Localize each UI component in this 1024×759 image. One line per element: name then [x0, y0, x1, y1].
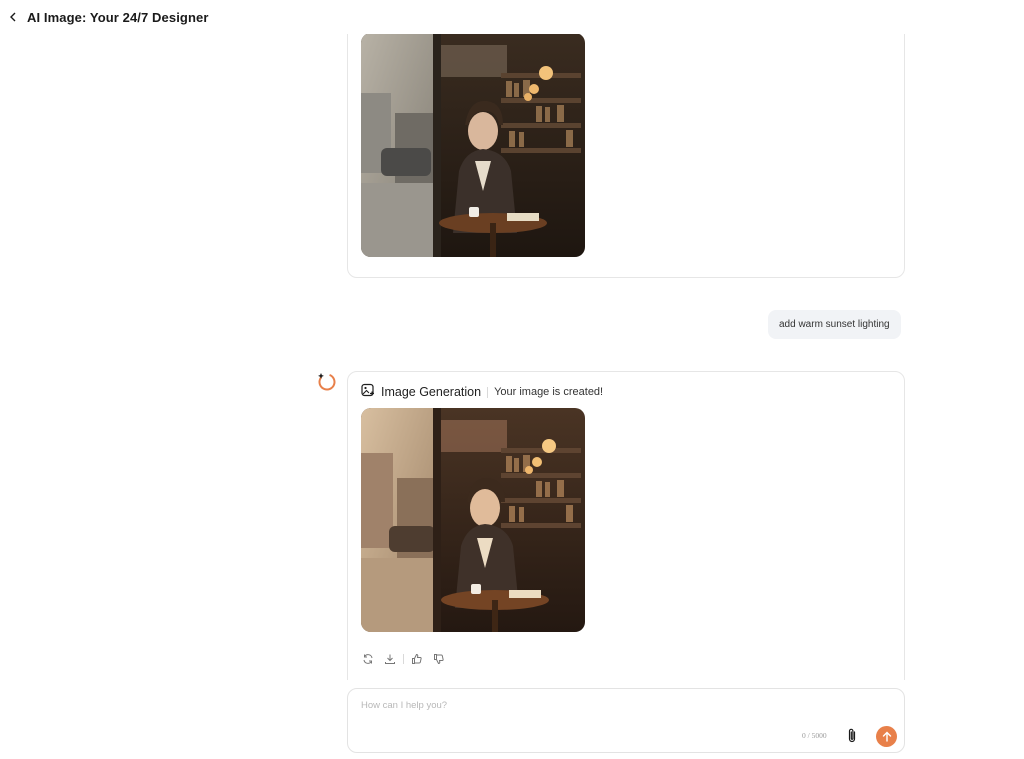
send-button[interactable] [876, 726, 897, 747]
assistant-message-card [347, 0, 905, 278]
generated-image[interactable] [361, 408, 585, 632]
arrow-up-icon [882, 731, 891, 742]
chevron-left-icon[interactable] [6, 10, 20, 24]
thumbs-down-icon[interactable] [432, 652, 446, 666]
divider [403, 654, 404, 664]
image-generation-icon [361, 383, 375, 402]
refresh-icon[interactable] [361, 652, 375, 666]
divider [487, 386, 489, 398]
character-counter: 0 / 5000 [802, 731, 827, 740]
assistant-message-card: Image Generation Your image is created! [347, 371, 905, 680]
chat-page: add warm sunset lighting Image Generatio… [0, 0, 1024, 759]
paperclip-icon[interactable] [845, 727, 859, 743]
message-input[interactable] [361, 700, 881, 711]
message-composer: 0 / 5000 [347, 688, 905, 753]
assistant-avatar-icon [316, 370, 338, 392]
chat-thread[interactable]: add warm sunset lighting Image Generatio… [0, 0, 1024, 680]
user-message: add warm sunset lighting [768, 310, 901, 339]
cafe-woman-sunset-image [361, 408, 585, 632]
message-actions [361, 652, 454, 666]
top-bar: AI Image: Your 24/7 Designer [0, 0, 1024, 34]
generation-status: Your image is created! [494, 386, 604, 398]
generated-image[interactable] [361, 33, 585, 257]
page-title: AI Image: Your 24/7 Designer [27, 9, 209, 25]
generation-title: Image Generation [381, 385, 482, 399]
cafe-woman-image [361, 33, 585, 257]
thumbs-up-icon[interactable] [410, 652, 424, 666]
generation-header: Image Generation Your image is created! [361, 383, 604, 402]
download-icon[interactable] [383, 652, 397, 666]
